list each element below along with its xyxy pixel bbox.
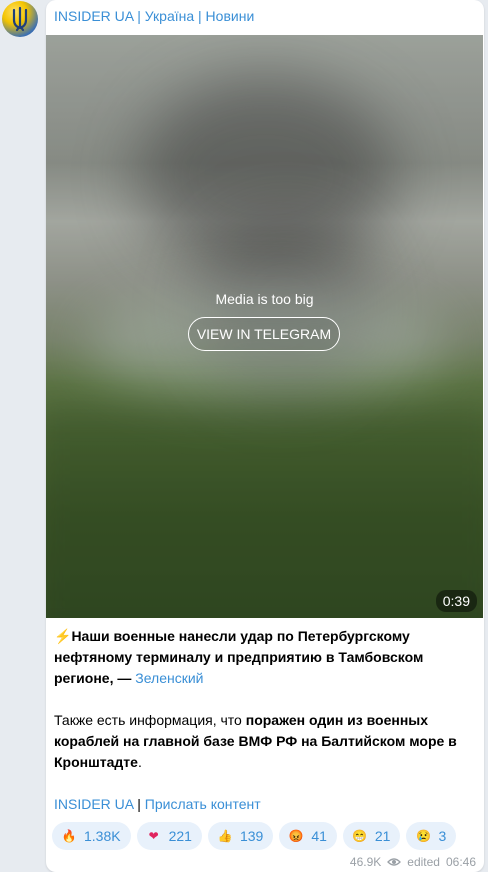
- message-bubble: INSIDER UA | Україна | Новини Media is t…: [46, 0, 484, 872]
- reaction-count: 3: [438, 828, 447, 844]
- channel-avatar[interactable]: [2, 1, 38, 37]
- message-time: 06:46: [445, 855, 476, 869]
- reaction-angry[interactable]: 😡 41: [279, 822, 337, 850]
- reaction-count: 1.38K: [84, 828, 121, 844]
- author-link[interactable]: Зеленский: [135, 670, 203, 686]
- footer-channel-link[interactable]: INSIDER UA: [54, 796, 133, 812]
- crying-face-icon: 😢: [415, 829, 431, 843]
- reaction-thumbs-up[interactable]: 👍 139: [207, 822, 274, 850]
- reaction-count: 41: [311, 828, 327, 844]
- reaction-crying[interactable]: 😢 3: [406, 822, 457, 850]
- angry-face-icon: 😡: [288, 829, 304, 843]
- footer-separator: |: [133, 796, 145, 812]
- reaction-heart[interactable]: ❤ 221: [136, 822, 202, 850]
- channel-name[interactable]: INSIDER UA | Україна | Новини: [54, 8, 254, 24]
- view-count: 46.9K: [349, 855, 382, 869]
- thumbs-up-icon: 👍: [217, 829, 233, 843]
- reactions-bar: 🔥 1.38K ❤ 221 👍 139 😡 41 😁 21 😢 3: [52, 822, 457, 850]
- eye-icon: [387, 858, 402, 866]
- video-preview[interactable]: Media is too big VIEW IN TELEGRAM 0:39: [46, 35, 483, 618]
- post-paragraph-end: .: [137, 754, 142, 770]
- reaction-fire[interactable]: 🔥 1.38K: [52, 822, 131, 850]
- reaction-count: 139: [239, 828, 264, 844]
- reaction-grin[interactable]: 😁 21: [342, 822, 401, 850]
- edited-label: edited: [407, 855, 440, 869]
- lightning-icon: ⚡: [54, 628, 72, 644]
- video-duration-badge: 0:39: [435, 590, 477, 612]
- footer-submit-content-link[interactable]: Прислать контент: [145, 796, 261, 812]
- heart-icon: ❤: [148, 829, 159, 843]
- post-paragraph-text: Также есть информация, что: [54, 712, 246, 728]
- trident-icon: [12, 6, 28, 32]
- post-headline: Наши военные нанесли удар по Петербургск…: [54, 628, 424, 686]
- message-meta: 46.9K edited 06:46: [350, 855, 476, 869]
- view-in-telegram-button[interactable]: VIEW IN TELEGRAM: [188, 317, 340, 351]
- reaction-count: 21: [374, 828, 391, 844]
- post-text: ⚡Наши военные нанесли удар по Петербургс…: [54, 626, 478, 815]
- grin-face-icon: 😁: [352, 829, 368, 843]
- fire-icon: 🔥: [61, 829, 77, 843]
- reaction-count: 221: [168, 828, 192, 844]
- media-too-big-message: Media is too big: [215, 291, 314, 307]
